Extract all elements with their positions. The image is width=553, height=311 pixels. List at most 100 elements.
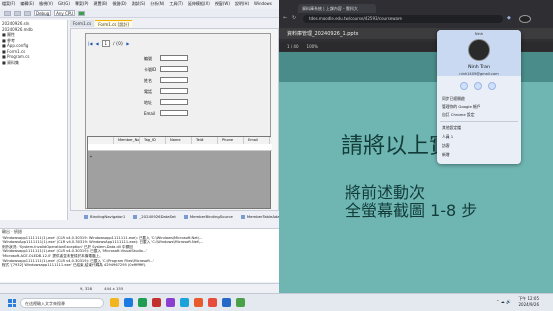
grid-column-header[interactable]: Phone — [218, 137, 244, 144]
taskbar-app-icon[interactable] — [208, 298, 217, 307]
binding-navigator[interactable]: |◀ ◀ 1 / {0} ▶ — [88, 39, 148, 47]
profile-person-1[interactable]: 人員 1 — [442, 134, 453, 140]
output-line: 程式 '[7932] Windowsapp1111111.exe' 已結束,結束… — [2, 263, 147, 268]
menu-item[interactable]: 說明(H) — [235, 1, 249, 7]
profile-menu-manage-account[interactable]: 管理你的 Google 帳戶 — [442, 104, 481, 110]
first-record-icon[interactable]: |◀ — [88, 41, 92, 46]
menu-item[interactable]: 檔案(F) — [2, 1, 15, 7]
menu-item[interactable]: 分析(N) — [150, 1, 164, 7]
profile-menu-sync[interactable]: 同步已經開啟 — [442, 96, 465, 102]
tray-component[interactable]: MemberBindingSource — [183, 214, 233, 219]
grid-corner — [88, 137, 114, 144]
profile-quick-icons — [460, 82, 496, 90]
taskbar-app-icon[interactable] — [166, 298, 175, 307]
start-icon[interactable] — [78, 10, 86, 16]
back-icon[interactable]: ← — [283, 15, 287, 23]
field-textbox[interactable] — [160, 66, 188, 72]
menu-item[interactable]: 測試(S) — [132, 1, 146, 7]
slide-body: 將前述動次 全螢幕截圖 1-8 步 — [345, 184, 477, 220]
document-tabs: Form1.cs Form1.cs [設計] — [70, 20, 279, 27]
extension-icon[interactable]: ◆ — [507, 15, 511, 23]
grid-column-header[interactable]: Member_No — [114, 137, 140, 144]
menu-item[interactable]: 偵錯(D) — [112, 1, 126, 7]
config-select[interactable]: Debug — [34, 10, 52, 16]
output-title: 輸出 — [2, 229, 10, 234]
menu-item[interactable]: Windows — [254, 1, 272, 7]
page-indicator[interactable]: 1 / 40 — [287, 44, 299, 49]
address-bar[interactable]: tdes.moodle.edu.tw/course/42593/coursewa… — [303, 15, 503, 23]
profile-avatar-button[interactable] — [519, 15, 531, 23]
key-icon[interactable] — [460, 82, 468, 90]
taskbar-app-icon[interactable] — [124, 298, 133, 307]
menu-item[interactable]: 檢視(V) — [39, 1, 53, 7]
taskbar-apps — [110, 298, 245, 307]
field-textbox[interactable] — [160, 77, 188, 83]
taskbar-app-icon[interactable] — [236, 298, 245, 307]
taskbar-app-icon[interactable] — [138, 298, 147, 307]
profile-add[interactable]: 新增 — [442, 152, 450, 158]
tree-item[interactable]: ■ 資料集 — [2, 60, 65, 66]
clock-date: 2024/9/26 — [518, 302, 539, 307]
output-source-select[interactable]: 偵錯 — [14, 229, 22, 234]
profile-guest[interactable]: 訪客 — [442, 143, 450, 149]
taskbar-search[interactable]: 在這裡輸入文字來搜尋 — [20, 298, 104, 308]
taskbar-app-icon[interactable] — [110, 298, 119, 307]
menu-item[interactable]: 延伸模組(X) — [188, 1, 210, 7]
menu-item[interactable]: 視窗(W) — [215, 1, 230, 7]
reload-icon[interactable]: ↻ — [292, 15, 296, 23]
taskbar-app-icon[interactable] — [222, 298, 231, 307]
menu-item[interactable]: 建置(B) — [93, 1, 107, 7]
windows-start-icon[interactable] — [8, 299, 16, 307]
component-icon — [183, 215, 188, 219]
taskbar-app-icon[interactable] — [180, 298, 189, 307]
grid-column-header[interactable]: Tag_ID — [140, 137, 166, 144]
platform-select[interactable]: Any CPU — [54, 10, 76, 16]
document-tab[interactable]: Form1.cs [設計] — [95, 20, 132, 27]
profile-name: Ninh Tran — [468, 65, 490, 70]
field-textbox[interactable] — [160, 99, 188, 105]
profile-email: ninh1409@gmail.com — [459, 72, 499, 76]
menu-item[interactable]: Git(G) — [58, 1, 70, 7]
avatar — [468, 39, 490, 61]
field-textbox[interactable] — [160, 110, 188, 116]
profile-menu-customize[interactable]: 自訂 Chrome 設定 — [442, 112, 475, 118]
field-textbox[interactable] — [160, 55, 188, 61]
table-row[interactable]: * — [88, 144, 272, 160]
grid-column-header[interactable]: Tel# — [192, 137, 218, 144]
tray-component[interactable]: _20240926DataSet — [133, 214, 176, 219]
taskbar-app-icon[interactable] — [194, 298, 203, 307]
field-label: 電話 — [144, 89, 152, 94]
component-icon — [133, 215, 138, 219]
browser-tab[interactable]: 資料庫系統 | 上課內容 - 雲科大 — [298, 4, 376, 13]
tray-component[interactable]: BindingNavigator1 — [84, 214, 125, 219]
prev-record-icon[interactable]: ◀ — [95, 41, 98, 46]
taskbar-app-icon[interactable] — [152, 298, 161, 307]
profile-menu: Ninh Ninh Tran ninh1409@gmail.com 同步已經開啟… — [437, 30, 521, 164]
form1-canvas: |◀ ◀ 1 / {0} ▶ 編號 卡號ID 姓名 電話 地址 Email Member_… — [85, 33, 272, 209]
field-textbox[interactable] — [160, 88, 188, 94]
member-datagridview[interactable]: Member_No Tag_ID Name Tel# Phone Email * — [87, 136, 272, 209]
field-label: 卡號ID — [144, 67, 157, 72]
document-tab[interactable]: Form1.cs — [70, 20, 95, 27]
menu-item[interactable]: 編輯(E) — [20, 1, 34, 7]
menu-item[interactable]: 專案(P) — [75, 1, 89, 7]
component-icon — [84, 215, 88, 219]
taskbar: 在這裡輸入文字來搜尋 ⌃ ☁ 🔊 下午 12:05 2024/9/26 — [0, 293, 553, 311]
location-icon[interactable] — [488, 82, 496, 90]
grid-column-header[interactable]: Email — [244, 137, 270, 144]
grid-column-header[interactable]: Name — [166, 137, 192, 144]
clock[interactable]: 下午 12:05 2024/9/26 — [518, 296, 539, 308]
menu-item[interactable]: 工具(T) — [169, 1, 183, 7]
form-designer: |◀ ◀ 1 / {0} ▶ 編號 卡號ID 姓名 電話 地址 Email Member_… — [70, 28, 279, 220]
save-icon[interactable] — [24, 10, 31, 16]
vs-statusbar: 9, 328 444 x 155 — [0, 283, 279, 293]
solution-explorer: 20240926.sln 20240926.mdb ■ 屬性 ■ 參考 ■ App.co… — [0, 20, 68, 220]
record-position[interactable]: 1 — [101, 39, 111, 47]
field-label: Email — [144, 111, 156, 116]
zoom-level[interactable]: 100% — [307, 44, 318, 49]
system-tray-icons[interactable]: ⌃ ☁ 🔊 — [496, 299, 511, 304]
forward-icon[interactable] — [14, 10, 21, 16]
card-icon[interactable] — [474, 82, 482, 90]
back-icon[interactable] — [4, 10, 11, 16]
next-record-icon[interactable]: ▶ — [126, 41, 129, 46]
